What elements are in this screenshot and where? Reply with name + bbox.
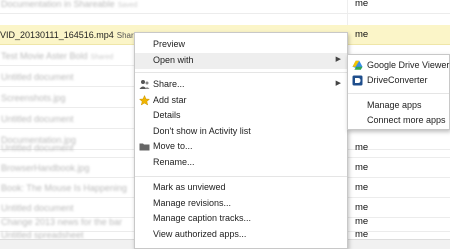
menu-item-label: Preview [153, 39, 186, 49]
file-name[interactable]: Untitled document [1, 72, 74, 82]
menu-item-label: Manage revisions... [153, 198, 232, 208]
file-name[interactable]: Documentation in Shareable Saved [1, 0, 137, 9]
file-name[interactable]: Screenshots.jpg [1, 93, 66, 103]
menu-item-share[interactable]: Share... ▶ [135, 77, 347, 93]
drive-icon [352, 60, 363, 71]
menu-item-label: View authorized apps... [153, 229, 247, 239]
menu-item-label: Share... [153, 79, 185, 89]
menu-item-manage-revisions[interactable]: Manage revisions... [135, 196, 347, 212]
star-icon [138, 94, 151, 106]
submenu-item-label: Manage apps [367, 100, 422, 110]
menu-item-dont-show-activity[interactable]: Don't show in Activity list [135, 124, 347, 140]
folder-icon [139, 141, 150, 152]
submenu-item-label: Connect more apps [367, 115, 446, 125]
menu-item-view-authorized-apps[interactable]: View authorized apps... [135, 227, 347, 243]
file-row[interactable]: Documentation in Shareable Saved me [0, 0, 450, 14]
submenu-item-label: DriveConverter [367, 75, 428, 85]
file-name[interactable]: Untitled document [1, 114, 74, 124]
menu-item-details[interactable]: Details [135, 108, 347, 124]
submenu-separator [348, 93, 449, 94]
file-name[interactable]: Test Movie Aster Bold Shared [1, 51, 113, 61]
menu-item-rename[interactable]: Rename... [135, 155, 347, 171]
menu-item-move-to[interactable]: Move to... [135, 139, 347, 155]
menu-separator [135, 72, 347, 73]
submenu-item-label: Google Drive Viewer [367, 60, 450, 70]
submenu-item-connect-more-apps[interactable]: Connect more apps [348, 113, 449, 128]
file-name[interactable]: VID_20130111_164516.mp4 Shared [0, 30, 143, 40]
menu-item-label: Details [153, 110, 181, 120]
file-name[interactable]: Untitled document [1, 143, 74, 153]
menu-item-mark-unviewed[interactable]: Mark as unviewed [135, 180, 347, 196]
menu-item-label: Manage caption tracks... [153, 213, 252, 223]
file-owner: me [355, 182, 369, 193]
menu-item-preview[interactable]: Preview [135, 37, 347, 53]
file-owner: me [355, 142, 369, 153]
menu-item-label: Don't show in Activity list [153, 126, 251, 136]
submenu-arrow-icon: ▶ [335, 80, 341, 87]
file-owner: me [355, 29, 369, 40]
menu-item-manage-caption-tracks[interactable]: Manage caption tracks... [135, 211, 347, 227]
menu-separator [135, 176, 347, 177]
file-name[interactable]: Book: The Mouse Is Happening [1, 183, 127, 193]
submenu-item-manage-apps[interactable]: Manage apps [348, 98, 449, 113]
file-context-menu: Preview Open with ▶ Share... ▶ Add star … [134, 32, 348, 249]
menu-item-label: Mark as unviewed [153, 182, 226, 192]
menu-item-open-with[interactable]: Open with ▶ [135, 53, 347, 69]
open-with-submenu: Google Drive Viewer DriveConverter Manag… [347, 54, 450, 130]
driveconverter-icon [352, 75, 363, 86]
menu-item-label: Add star [153, 95, 187, 105]
menu-item-label: Rename... [153, 157, 195, 167]
file-owner: me [355, 0, 369, 9]
menu-item-label: Move to... [153, 141, 193, 151]
file-owner: me [355, 162, 369, 173]
submenu-item-google-drive-viewer[interactable]: Google Drive Viewer [348, 58, 449, 73]
submenu-arrow-icon: ▶ [335, 56, 341, 63]
file-name[interactable]: BrowserHandbook.jpg [1, 163, 90, 173]
menu-item-label: Open with [153, 55, 194, 65]
menu-item-add-star[interactable]: Add star [135, 93, 347, 109]
share-people-icon [139, 79, 150, 90]
submenu-item-driveconverter[interactable]: DriveConverter [348, 73, 449, 88]
